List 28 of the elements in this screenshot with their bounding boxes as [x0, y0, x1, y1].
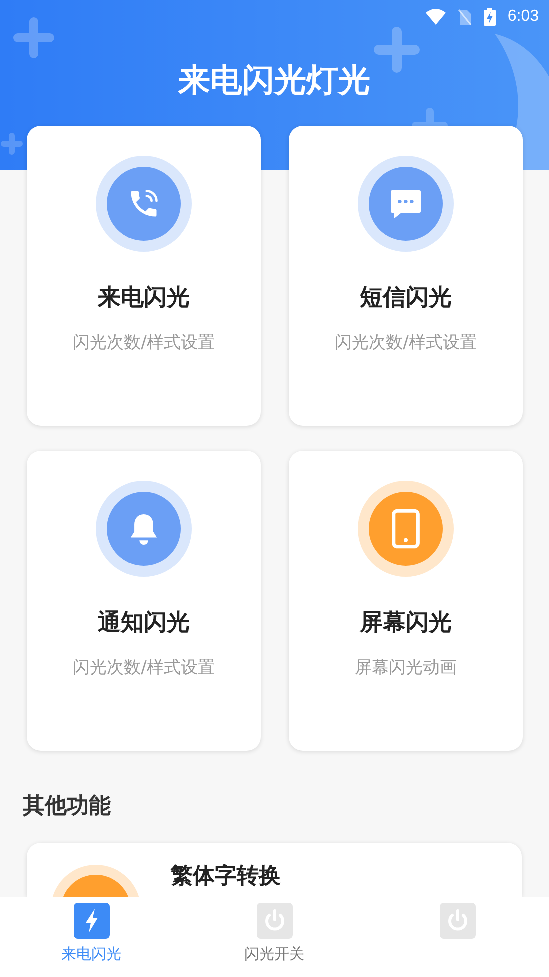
section-title: 其他功能: [23, 793, 112, 821]
card-title: 来电闪光: [98, 284, 190, 313]
feature-card[interactable]: 繁体字转换: [27, 843, 522, 897]
power-icon: [440, 903, 476, 939]
bolt-icon: [74, 903, 110, 939]
plus-icon: [1, 133, 23, 155]
status-time: 6:03: [508, 8, 539, 26]
feature-card[interactable]: 通知闪光 闪光次数/样式设置: [27, 451, 261, 751]
power-icon: [256, 903, 292, 939]
plus-icon: [14, 18, 54, 58]
card-title: 繁体字转换: [171, 862, 281, 891]
card-title: 屏幕闪光: [360, 609, 452, 638]
feature-card[interactable]: 来电闪光 闪光次数/样式设置: [27, 126, 261, 426]
tab[interactable]: 闪光开关: [183, 897, 366, 977]
card-subtitle: 闪光次数/样式设置: [73, 332, 215, 354]
card-subtitle: 闪光次数/样式设置: [73, 657, 215, 679]
battery-charging-icon: [484, 8, 496, 26]
feature-card[interactable]: 短信闪光 闪光次数/样式设置: [289, 126, 523, 426]
card-title: 通知闪光: [98, 609, 190, 638]
card-subtitle: 屏幕闪光动画: [355, 657, 457, 679]
no-sim-icon: [458, 8, 472, 26]
tablet-icon: [391, 509, 421, 549]
wifi-icon: [426, 9, 446, 25]
feature-card[interactable]: 屏幕闪光 屏幕闪光动画: [289, 451, 523, 751]
card-subtitle: 闪光次数/样式设置: [335, 332, 477, 354]
card-title: 短信闪光: [360, 284, 452, 313]
app-title: 来电闪光灯光: [177, 60, 372, 101]
plus-icon: [374, 27, 420, 73]
